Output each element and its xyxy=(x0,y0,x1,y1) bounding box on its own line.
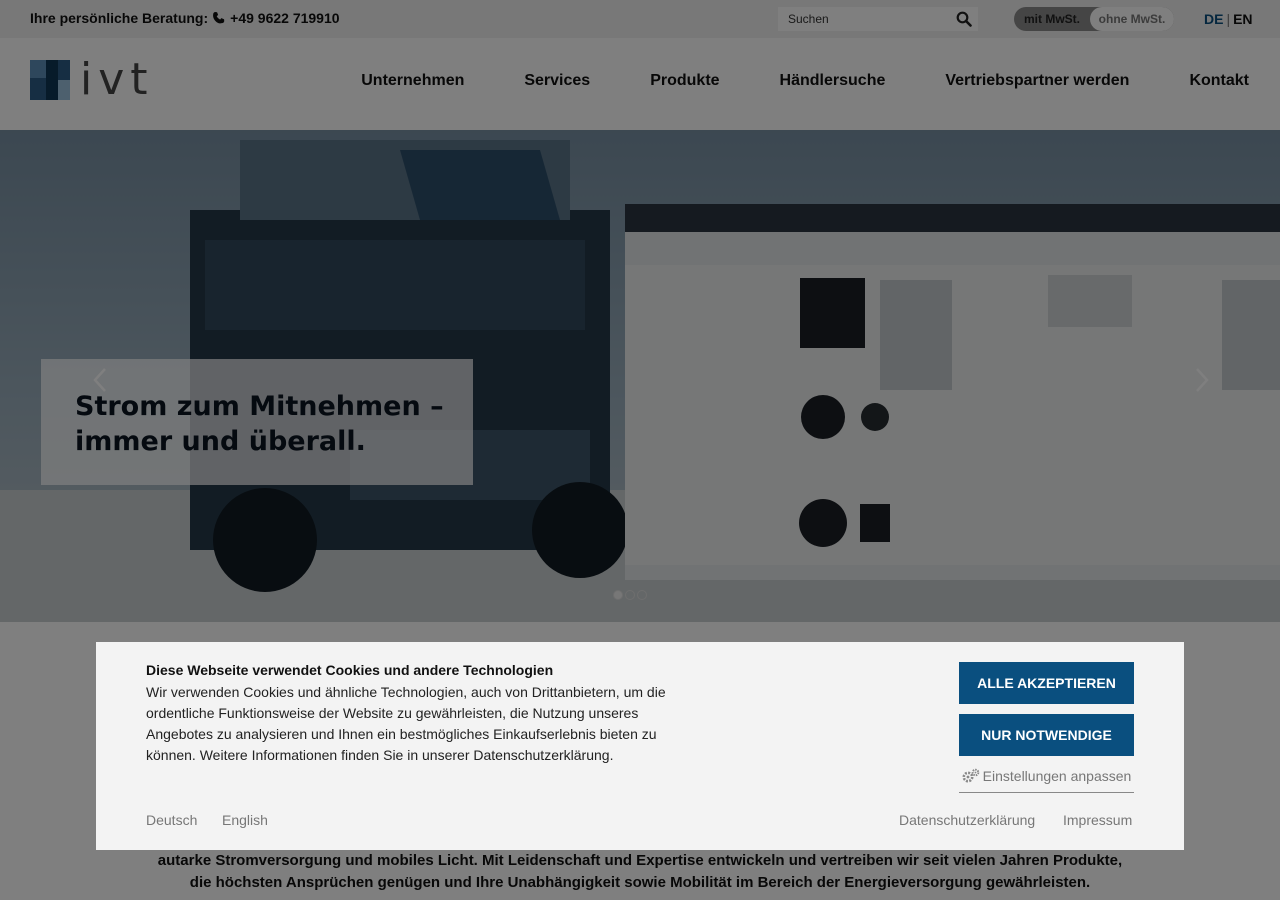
cookie-lang-deutsch[interactable]: Deutsch xyxy=(146,812,197,828)
gear-icon xyxy=(962,768,980,784)
accept-all-button[interactable]: ALLE AKZEPTIEREN xyxy=(959,662,1134,704)
only-necessary-button[interactable]: NUR NOTWENDIGE xyxy=(959,714,1134,756)
cookie-settings-label: Einstellungen anpassen xyxy=(982,768,1132,784)
cookie-privacy-link[interactable]: Datenschutzerklärung xyxy=(899,812,1035,828)
cookie-title: Diese Webseite verwendet Cookies und and… xyxy=(146,662,554,678)
cookie-settings-link[interactable]: Einstellungen anpassen xyxy=(959,768,1134,793)
cookie-lang-english[interactable]: English xyxy=(222,812,268,828)
cookie-text: Wir verwenden Cookies und ähnliche Techn… xyxy=(146,684,666,763)
cookie-imprint-link[interactable]: Impressum xyxy=(1063,812,1132,828)
cookie-dialog: Diese Webseite verwendet Cookies und and… xyxy=(96,642,1184,850)
